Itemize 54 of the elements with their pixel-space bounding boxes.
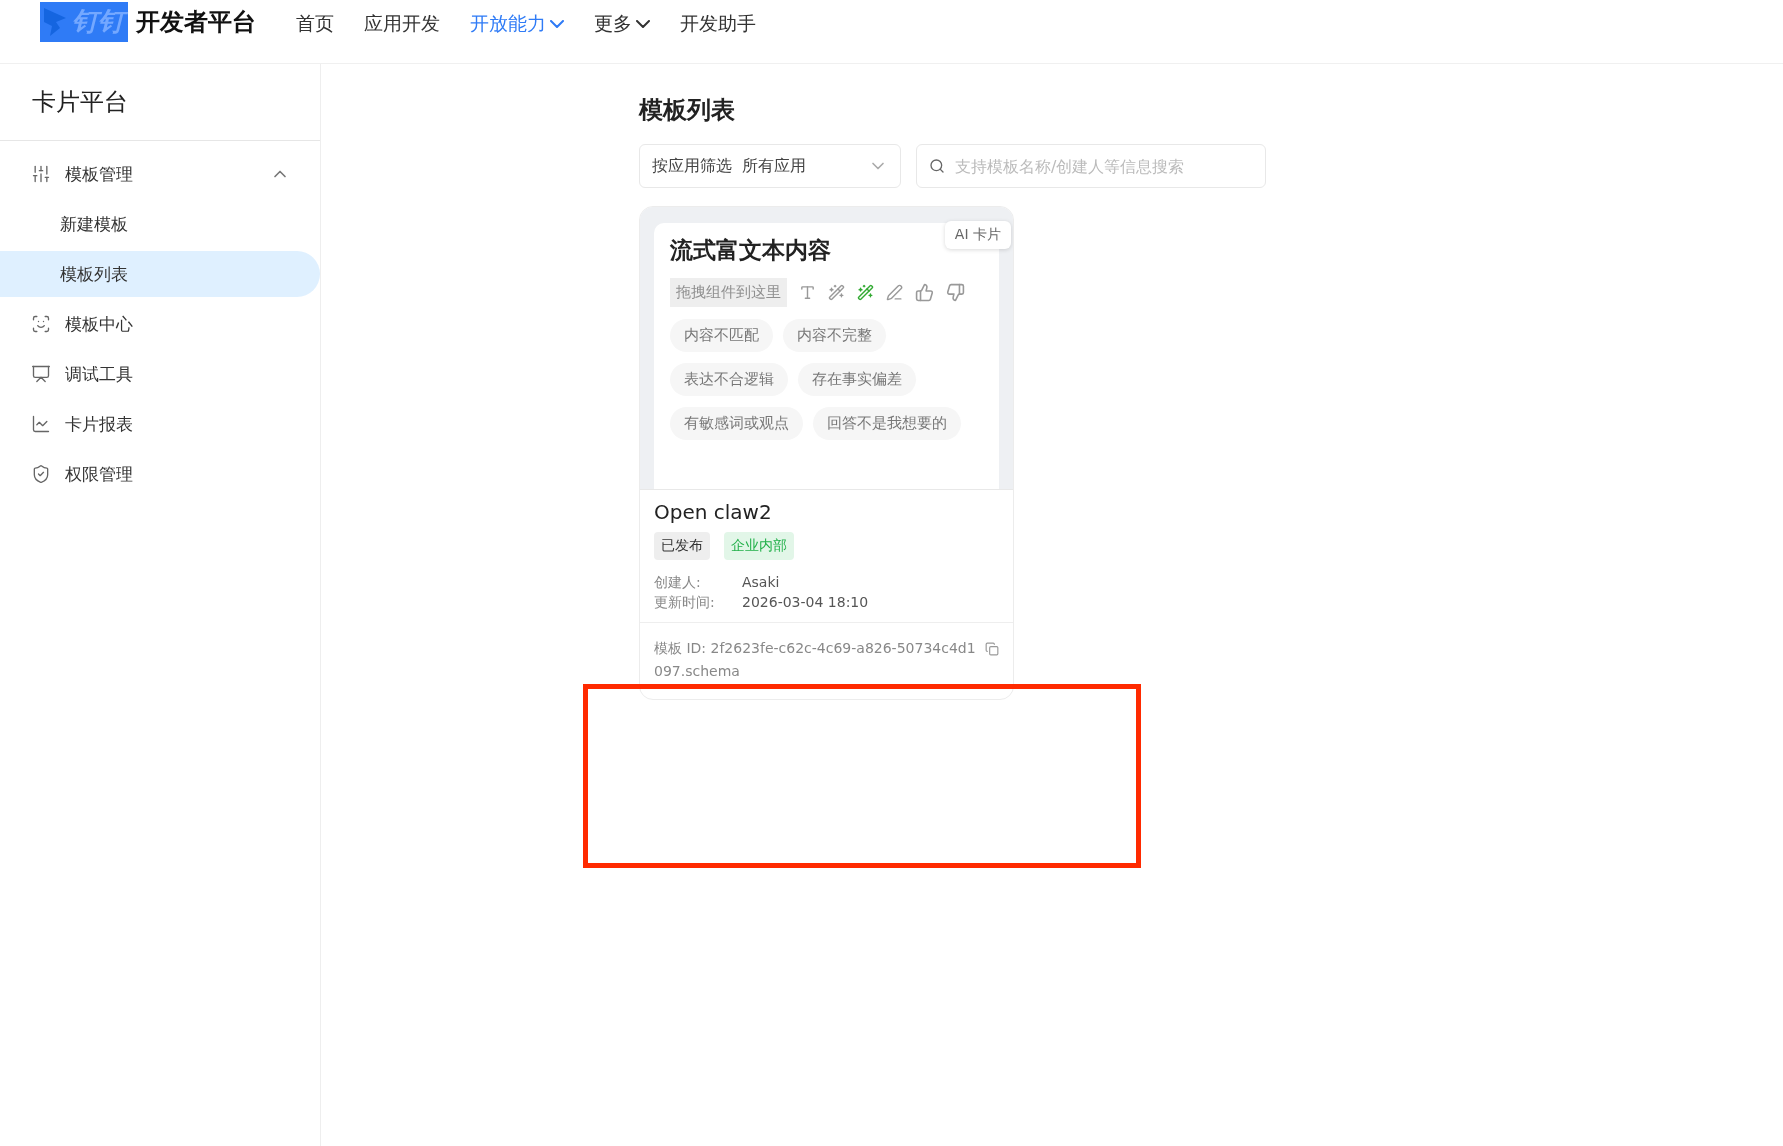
monitor-icon <box>31 364 51 384</box>
shield-check-icon <box>31 464 51 484</box>
feedback-tag: 表达不合逻辑 <box>670 363 788 396</box>
thumbs-down-icon <box>946 283 965 302</box>
field-value: Asaki <box>742 574 781 592</box>
sidebar-item[interactable]: 权限管理 <box>0 449 320 499</box>
template-card[interactable]: AI 卡片 流式富文本内容 拖拽组件到这里 内容不匹配 内容不完整 表达不合逻辑 存在事实偏差 有敏感词或观点 回答不是我想要的 Open claw2 已发布 企业内部 创建人: Asaki 更新时间: 2026-03-04 18:10 模板 ID: 2f2623fe-c62c-4c69-a826-50734c4d1097.schema <box>639 206 1014 700</box>
text-icon <box>799 284 816 301</box>
thumbs-up-icon <box>915 283 934 302</box>
search-icon <box>929 158 945 174</box>
sidebar-item-label: 模板管理 <box>65 162 134 186</box>
edit-icon <box>886 284 903 301</box>
chevron-down-icon <box>636 19 650 28</box>
ai-card-badge: AI 卡片 <box>944 221 1011 249</box>
feedback-tag: 内容不匹配 <box>670 319 773 352</box>
sidebar-item-label: 调试工具 <box>65 362 134 386</box>
nav-link[interactable]: 开发助手 <box>680 10 756 37</box>
feedback-tag: 回答不是我想要的 <box>813 407 961 440</box>
sidebar-item[interactable]: 模板管理 <box>0 149 320 199</box>
app-filter-select[interactable]: 按应用筛选 所有应用 <box>639 144 901 188</box>
sidebar-item-label: 卡片报表 <box>65 412 134 436</box>
copy-icon[interactable] <box>985 642 999 656</box>
field-value: 2026-03-04 18:10 <box>742 594 870 612</box>
sidebar-item[interactable]: 模板中心 <box>0 299 320 349</box>
template-name: Open claw2 <box>654 500 773 524</box>
page-title: 模板列表 <box>639 95 736 126</box>
line-chart-icon <box>31 414 51 434</box>
feedback-tag: 存在事实偏差 <box>798 363 916 396</box>
wand-icon <box>828 284 845 301</box>
sidebar-title: 卡片平台 <box>0 64 320 141</box>
sliders-icon <box>31 164 51 184</box>
sidebar-subitem[interactable]: 模板列表 <box>0 251 320 297</box>
sidebar-item[interactable]: 调试工具 <box>0 349 320 399</box>
sidebar-subitem[interactable]: 新建模板 <box>0 201 320 247</box>
chevron-down-icon <box>550 19 564 28</box>
status-badge: 企业内部 <box>724 532 794 560</box>
nav-link[interactable]: 应用开发 <box>364 10 440 37</box>
feedback-tag: 有敏感词或观点 <box>670 407 803 440</box>
sidebar-item[interactable]: 卡片报表 <box>0 399 320 449</box>
search-field[interactable]: 支持模板名称/创建人等信息搜索 <box>916 144 1266 188</box>
nav-link[interactable]: 开放能力 <box>470 10 564 37</box>
sidebar-item-label: 模板中心 <box>65 312 134 336</box>
preview-title: 流式富文本内容 <box>670 236 832 265</box>
drop-zone: 拖拽组件到这里 <box>670 278 787 307</box>
nav-link[interactable]: 更多 <box>594 10 650 37</box>
field-label: 创建人: <box>654 574 702 592</box>
sidebar-item-label: 权限管理 <box>65 462 134 486</box>
status-badge: 已发布 <box>654 532 710 560</box>
feedback-tag: 内容不完整 <box>783 319 886 352</box>
field-label: 更新时间: <box>654 594 716 612</box>
wand-icon <box>857 284 874 301</box>
template-id: 模板 ID: 2f2623fe-c62c-4c69-a826-50734c4d1097.schema <box>654 639 977 681</box>
platform-title: 开发者平台 <box>136 6 256 38</box>
nav-link[interactable]: 首页 <box>296 10 334 37</box>
